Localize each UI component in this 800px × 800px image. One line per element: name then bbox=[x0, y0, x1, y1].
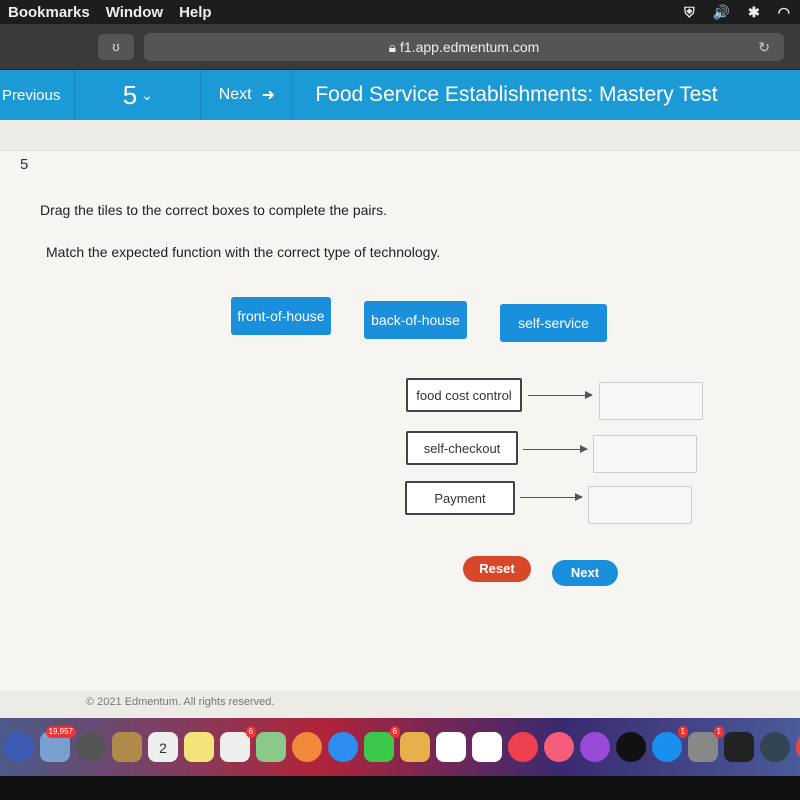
badge: 1 bbox=[677, 726, 688, 738]
arrow-icon bbox=[528, 391, 593, 399]
question-card bbox=[0, 150, 800, 690]
reminders-icon[interactable]: 6 bbox=[220, 726, 256, 762]
tile-back-of-house[interactable]: back-of-house bbox=[364, 301, 467, 339]
question-select[interactable]: 5 ⌄ bbox=[75, 70, 202, 120]
shield-icon[interactable]: ⛨ bbox=[684, 4, 695, 21]
badge: 6 bbox=[245, 726, 256, 738]
notes-icon[interactable] bbox=[184, 732, 214, 762]
tv-icon[interactable] bbox=[616, 732, 646, 762]
app-store-icon[interactable]: 1 bbox=[652, 726, 688, 762]
calendar-day: 2 bbox=[159, 740, 167, 756]
status-tray: ⛨ 🔊 ✱ ◠ bbox=[684, 4, 800, 21]
previous-label: Previous bbox=[2, 86, 61, 104]
lock-icon: 🔒︎ bbox=[388, 39, 397, 55]
photos-icon[interactable] bbox=[292, 732, 322, 762]
mail-icon[interactable]: 19,957 bbox=[40, 726, 76, 762]
music-icon[interactable] bbox=[544, 732, 574, 762]
url-text: f1.app.edmentum.com bbox=[400, 39, 540, 55]
chrome-icon[interactable] bbox=[796, 732, 800, 762]
browser-toolbar: ʊ 🔒︎ f1.app.edmentum.com ↻ bbox=[0, 24, 800, 70]
badge: 1 bbox=[713, 726, 724, 738]
extension-icon[interactable]: ʊ bbox=[98, 34, 134, 60]
term-food-cost-control: food cost control bbox=[406, 378, 522, 412]
next-button[interactable]: Next bbox=[552, 560, 618, 586]
contacts-icon[interactable] bbox=[112, 732, 142, 762]
prompt: Match the expected function with the cor… bbox=[46, 244, 441, 260]
drop-box-2[interactable] bbox=[593, 435, 697, 473]
tile-self-service[interactable]: self-service bbox=[500, 304, 607, 342]
menu-help[interactable]: Help bbox=[179, 4, 212, 21]
copyright: © 2021 Edmentum. All rights reserved. bbox=[86, 696, 275, 708]
launchpad-icon[interactable] bbox=[76, 732, 106, 762]
reset-button[interactable]: Reset bbox=[463, 556, 531, 582]
facetime-icon[interactable]: 6 bbox=[364, 726, 400, 762]
calendar-icon[interactable]: 2 bbox=[148, 732, 178, 762]
maps-icon[interactable] bbox=[256, 732, 286, 762]
reload-icon[interactable]: ↻ bbox=[758, 33, 770, 61]
content-area: 5 Drag the tiles to the correct boxes to… bbox=[0, 120, 800, 720]
badge: 6 bbox=[389, 726, 400, 738]
question-number: 5 bbox=[122, 79, 138, 110]
pages-icon[interactable] bbox=[400, 732, 430, 762]
chevron-down-icon: ⌄ bbox=[141, 86, 153, 103]
siri-icon[interactable] bbox=[4, 732, 34, 762]
dock: 19,957 2 6 6 1 1 bbox=[0, 718, 800, 776]
messages-icon[interactable] bbox=[328, 732, 358, 762]
previous-button[interactable]: Previous bbox=[0, 70, 76, 120]
next-nav-button[interactable]: Next ➜ bbox=[201, 70, 294, 120]
numbers-icon[interactable] bbox=[436, 732, 466, 762]
bluetooth-icon[interactable]: ✱ bbox=[748, 4, 760, 21]
menu-bar: Bookmarks Window Help ⛨ 🔊 ✱ ◠ bbox=[0, 0, 800, 24]
next-label: Next bbox=[218, 86, 252, 103]
term-payment: Payment bbox=[405, 481, 515, 515]
arrow-circle-right-icon: ➜ bbox=[261, 87, 276, 104]
arrow-icon bbox=[523, 445, 588, 453]
badge: 19,957 bbox=[45, 726, 76, 738]
test-nav-bar: Previous 5 ⌄ Next ➜ Food Service Establish… bbox=[0, 70, 800, 120]
app-icon[interactable] bbox=[760, 732, 790, 762]
tile-front-of-house[interactable]: front-of-house bbox=[231, 297, 331, 335]
term-self-checkout: self-checkout bbox=[406, 431, 518, 465]
keynote-icon[interactable] bbox=[472, 732, 502, 762]
drop-box-1[interactable] bbox=[599, 382, 703, 420]
podcasts-icon[interactable] bbox=[580, 732, 610, 762]
menu-window[interactable]: Window bbox=[106, 4, 163, 21]
page-title: Food Service Establishments: Mastery Tes… bbox=[315, 83, 718, 106]
piano-icon[interactable] bbox=[724, 732, 754, 762]
question-number-label: 5 bbox=[20, 156, 29, 173]
news-icon[interactable] bbox=[508, 732, 538, 762]
address-bar[interactable]: 🔒︎ f1.app.edmentum.com ↻ bbox=[144, 33, 784, 61]
arrow-icon bbox=[520, 493, 583, 501]
volume-icon[interactable]: 🔊 bbox=[713, 4, 730, 21]
instruction: Drag the tiles to the correct boxes to c… bbox=[40, 202, 388, 218]
wifi-icon[interactable]: ◠ bbox=[778, 4, 790, 21]
system-preferences-icon[interactable]: 1 bbox=[688, 726, 724, 762]
drop-box-3[interactable] bbox=[588, 486, 692, 524]
menu-bookmarks[interactable]: Bookmarks bbox=[8, 4, 90, 21]
